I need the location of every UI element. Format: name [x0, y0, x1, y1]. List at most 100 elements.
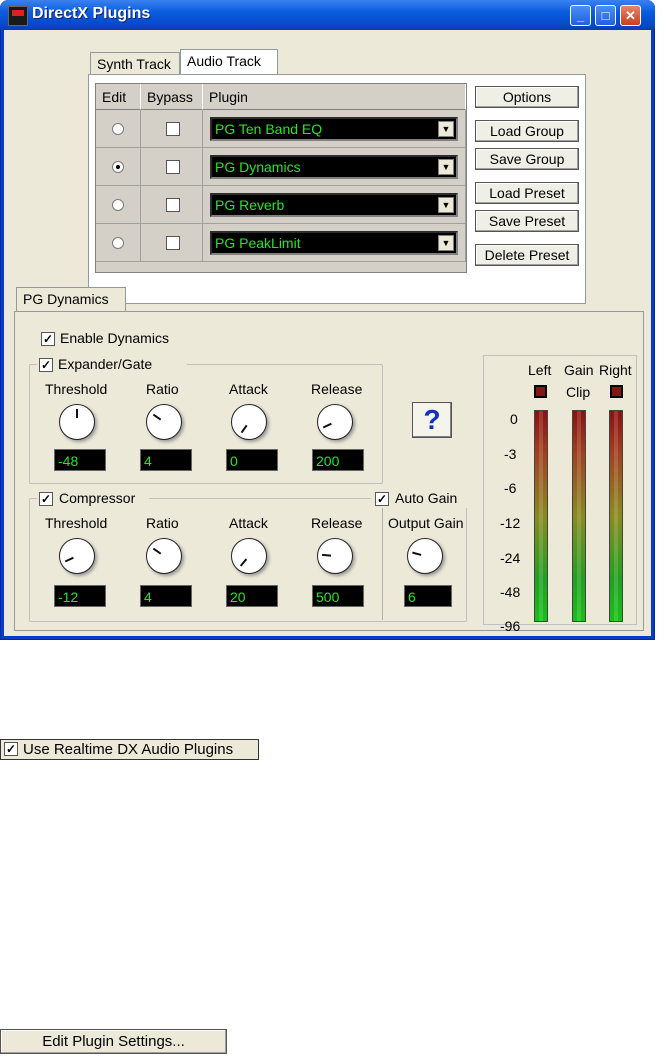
compressor-ratio-knob[interactable]: [146, 538, 182, 574]
expander-gate-label: Expander/Gate: [58, 356, 153, 372]
meter-clip-label: Clip: [566, 384, 591, 400]
compressor-release-value[interactable]: 500: [312, 585, 364, 607]
help-button[interactable]: ?: [412, 402, 452, 438]
title-bar[interactable]: DirectX Plugins _ □ ✕: [0, 0, 655, 30]
compressor-threshold-knob[interactable]: [59, 538, 95, 574]
meter-scale-label: 0: [510, 411, 518, 427]
chevron-down-icon[interactable]: ▼: [438, 121, 454, 137]
bypass-checkbox-1[interactable]: [166, 122, 180, 136]
compressor-attack-value[interactable]: 20: [226, 585, 278, 607]
maximize-button[interactable]: □: [595, 5, 616, 26]
load-group-button[interactable]: Load Group: [475, 120, 579, 142]
expander-attack-label: Attack: [229, 381, 268, 397]
edit-radio-3[interactable]: [112, 199, 124, 211]
expander-release-value[interactable]: 200: [312, 449, 364, 471]
compressor-release-label: Release: [311, 515, 363, 531]
compressor-threshold-value[interactable]: -12: [54, 585, 106, 607]
window-title: DirectX Plugins: [32, 5, 151, 22]
tab-pg-dynamics[interactable]: PG Dynamics: [16, 287, 126, 312]
meter-scale-label: -6: [504, 480, 517, 496]
meter-left-label: Left: [528, 362, 552, 378]
close-button[interactable]: ✕: [620, 5, 641, 26]
output-gain-knob[interactable]: [407, 538, 443, 574]
plugin-select-4[interactable]: PG PeakLimit ▼: [210, 231, 458, 255]
meter-scale-label: -12: [500, 515, 521, 531]
plugin-select-1-value: PG Ten Band EQ: [215, 121, 323, 137]
compressor-attack-label: Attack: [229, 515, 268, 531]
gain-level-meter: [572, 410, 586, 622]
edit-radio-2[interactable]: [112, 161, 124, 173]
expander-release-label: Release: [311, 381, 363, 397]
plugin-select-2-value: PG Dynamics: [215, 159, 301, 175]
column-header-plugin: Plugin: [203, 84, 466, 110]
expander-attack-knob[interactable]: [231, 404, 267, 440]
expander-attack-value[interactable]: 0: [226, 449, 278, 471]
enable-dynamics-label: Enable Dynamics: [60, 330, 169, 346]
meter-right-label: Right: [599, 362, 632, 378]
realtime-dx-checkbox[interactable]: ✓: [4, 742, 18, 756]
plugin-select-3[interactable]: PG Reverb ▼: [210, 193, 458, 217]
save-group-button[interactable]: Save Group: [475, 148, 579, 170]
delete-preset-button[interactable]: Delete Preset: [475, 244, 579, 266]
column-header-bypass: Bypass: [141, 84, 203, 110]
compressor-ratio-label: Ratio: [146, 515, 179, 531]
plugin-select-4-value: PG PeakLimit: [215, 235, 301, 251]
options-button[interactable]: Options: [475, 86, 579, 108]
plugin-select-1[interactable]: PG Ten Band EQ ▼: [210, 117, 458, 141]
window-client-area: Synth Track Audio Track Edit Bypass Plug…: [4, 30, 651, 636]
compressor-divider: [382, 508, 383, 620]
edit-radio-4[interactable]: [112, 237, 124, 249]
expander-ratio-value[interactable]: 4: [140, 449, 192, 471]
plugin-grid: Edit Bypass Plugin PG Ten Band EQ ▼ PG D…: [95, 83, 467, 273]
load-preset-button[interactable]: Load Preset: [475, 182, 579, 204]
expander-release-knob[interactable]: [317, 404, 353, 440]
compressor-checkbox[interactable]: ✓: [39, 492, 53, 506]
compressor-attack-knob[interactable]: [231, 538, 267, 574]
plugin-select-2[interactable]: PG Dynamics ▼: [210, 155, 458, 179]
tab-audio-track[interactable]: Audio Track: [180, 49, 278, 74]
realtime-dx-checkbox-row[interactable]: ✓ Use Realtime DX Audio Plugins: [0, 739, 259, 760]
app-icon: [8, 6, 28, 26]
realtime-dx-label: Use Realtime DX Audio Plugins: [23, 741, 234, 758]
column-header-edit: Edit: [96, 84, 141, 110]
meter-panel: Left Gain Right Clip 0 -3 -6 -12 -24 -48…: [483, 355, 637, 634]
bypass-checkbox-2[interactable]: [166, 160, 180, 174]
left-clip-indicator[interactable]: [534, 385, 547, 398]
meter-scale-label: -3: [504, 446, 517, 462]
right-clip-indicator[interactable]: [610, 385, 623, 398]
edit-radio-1[interactable]: [112, 123, 124, 135]
audio-track-panel: Edit Bypass Plugin PG Ten Band EQ ▼ PG D…: [88, 74, 586, 304]
edit-plugin-settings-button[interactable]: Edit Plugin Settings...: [0, 1029, 227, 1054]
auto-gain-checkbox[interactable]: ✓: [375, 492, 389, 506]
expander-ratio-knob[interactable]: [146, 404, 182, 440]
meter-scale-label: -96: [500, 618, 521, 634]
plugin-select-3-value: PG Reverb: [215, 197, 285, 213]
chevron-down-icon[interactable]: ▼: [438, 159, 454, 175]
compressor-release-knob[interactable]: [317, 538, 353, 574]
pg-dynamics-panel: ✓ Enable Dynamics ✓ Expander/Gate Thresh…: [14, 311, 644, 634]
compressor-label: Compressor: [59, 490, 136, 506]
enable-dynamics-checkbox[interactable]: ✓: [41, 332, 55, 346]
output-gain-label: Output Gain: [388, 515, 464, 531]
save-preset-button[interactable]: Save Preset: [475, 210, 579, 232]
left-level-meter: [534, 410, 548, 622]
output-gain-value[interactable]: 6: [404, 585, 452, 607]
meter-scale-label: -24: [500, 550, 521, 566]
bypass-checkbox-4[interactable]: [166, 236, 180, 250]
expander-gate-checkbox[interactable]: ✓: [39, 358, 53, 372]
expander-threshold-value[interactable]: -48: [54, 449, 106, 471]
compressor-threshold-label: Threshold: [45, 515, 108, 531]
expander-threshold-knob[interactable]: [59, 404, 95, 440]
expander-threshold-label: Threshold: [45, 381, 108, 397]
compressor-ratio-value[interactable]: 4: [140, 585, 192, 607]
meter-scale-label: -48: [500, 584, 521, 600]
bypass-checkbox-3[interactable]: [166, 198, 180, 212]
tab-synth-track[interactable]: Synth Track: [90, 52, 180, 74]
meter-gain-label: Gain: [564, 362, 594, 378]
chevron-down-icon[interactable]: ▼: [438, 197, 454, 213]
expander-ratio-label: Ratio: [146, 381, 179, 397]
chevron-down-icon[interactable]: ▼: [438, 235, 454, 251]
minimize-button[interactable]: _: [570, 5, 591, 26]
auto-gain-label: Auto Gain: [395, 490, 458, 506]
right-level-meter: [609, 410, 623, 622]
